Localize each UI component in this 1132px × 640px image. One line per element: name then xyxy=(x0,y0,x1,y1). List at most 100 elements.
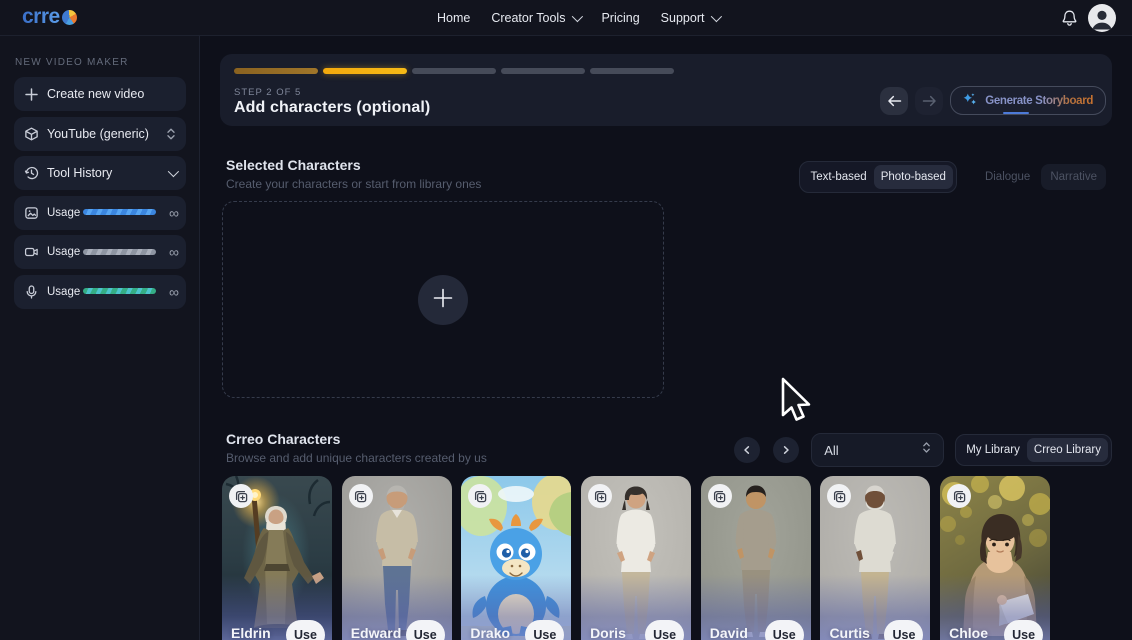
usage-label: Usage xyxy=(47,207,80,219)
duplicate-icon[interactable] xyxy=(349,484,373,508)
top-navigation: Home Creator Tools Pricing Support xyxy=(437,0,719,36)
preset-select-value: YouTube (generic) xyxy=(47,127,149,141)
duplicate-icon[interactable] xyxy=(229,484,253,508)
nav-item-creator-tools[interactable]: Creator Tools xyxy=(491,11,580,25)
bell-icon[interactable] xyxy=(1061,9,1077,27)
character-name: Curtis xyxy=(829,625,869,640)
usage-progress-bar xyxy=(83,288,156,294)
use-character-button[interactable]: Use xyxy=(406,620,445,640)
use-character-button[interactable]: Use xyxy=(1004,620,1043,640)
sidebar: NEW VIDEO MAKER Create new video YouTube… xyxy=(0,36,200,640)
selected-characters-dropzone xyxy=(222,201,664,398)
character-name: Drako xyxy=(470,625,510,640)
ghost-option-narrative[interactable]: Narrative xyxy=(1041,164,1106,190)
library-option-my-library[interactable]: My Library xyxy=(959,438,1027,462)
main-content: STEP 2 OF 5 Add characters (optional) Ge… xyxy=(200,36,1132,640)
selected-characters-subtitle: Create your characters or start from lib… xyxy=(226,177,481,191)
character-card-eldrin[interactable]: EldrinUse xyxy=(222,476,332,640)
character-card-david[interactable]: David Use xyxy=(701,476,811,640)
preset-select[interactable]: YouTube (generic) xyxy=(14,117,186,151)
usage-row-image: Usage ∞ xyxy=(14,196,186,230)
duplicate-icon[interactable] xyxy=(947,484,971,508)
nav-item-label: Home xyxy=(437,11,470,25)
avatar[interactable] xyxy=(1088,4,1116,32)
usage-label: Usage xyxy=(47,286,80,298)
next-step-button[interactable] xyxy=(915,87,943,115)
generate-storyboard-label: Generate Storyboard xyxy=(985,95,1093,107)
character-card-edward[interactable]: Edward Use xyxy=(342,476,452,640)
character-card-chloe[interactable]: Chloe Use xyxy=(940,476,1050,640)
character-name: Edward xyxy=(351,625,402,640)
progress-segment-5 xyxy=(590,68,674,74)
add-character-button[interactable] xyxy=(418,275,468,325)
nav-item-home[interactable]: Home xyxy=(437,11,470,25)
step-header-card: STEP 2 OF 5 Add characters (optional) Ge… xyxy=(220,54,1112,126)
use-character-button[interactable]: Use xyxy=(525,620,564,640)
updown-chevron-icon xyxy=(166,127,176,141)
category-filter-select[interactable]: All xyxy=(811,433,944,467)
nav-item-label: Creator Tools xyxy=(491,11,565,25)
chevron-down-icon xyxy=(168,169,176,177)
mode-option-photo-based[interactable]: Photo-based xyxy=(874,165,953,189)
infinity-icon: ∞ xyxy=(169,245,179,259)
usage-label: Usage xyxy=(47,246,80,258)
updown-chevron-icon xyxy=(922,441,931,459)
usage-row-video: Usage ∞ xyxy=(14,235,186,269)
ghost-option-dialogue[interactable]: Dialogue xyxy=(976,164,1039,190)
crreo-characters-title: Crreo Characters xyxy=(226,431,487,447)
sidebar-section-label: NEW VIDEO MAKER xyxy=(15,57,185,68)
duplicate-icon[interactable] xyxy=(708,484,732,508)
crreo-logo[interactable]: crre xyxy=(22,7,77,28)
topbar-right-actions xyxy=(1061,0,1116,36)
logo-ball-icon xyxy=(62,10,77,25)
library-controls: All My LibraryCrreo Library xyxy=(734,433,1112,467)
character-name: Chloe xyxy=(949,625,988,640)
progress-segment-2 xyxy=(323,68,407,74)
tool-history-button[interactable]: Tool History xyxy=(14,156,186,190)
character-cards-row: EldrinUse Edward Use xyxy=(222,476,1050,640)
generate-storyboard-button[interactable]: Generate Storyboard xyxy=(950,86,1106,115)
crreo-characters-subtitle: Browse and add unique characters created… xyxy=(226,451,487,465)
nav-item-label: Pricing xyxy=(601,11,639,25)
video-icon xyxy=(24,244,39,260)
nav-item-label: Support xyxy=(661,11,705,25)
image-icon xyxy=(24,205,39,221)
use-character-button[interactable]: Use xyxy=(286,620,325,640)
use-character-button[interactable]: Use xyxy=(645,620,684,640)
character-name: David xyxy=(710,625,748,640)
character-card-doris[interactable]: Doris Use xyxy=(581,476,691,640)
category-filter-value: All xyxy=(824,443,838,458)
character-card-curtis[interactable]: Curtis Use xyxy=(820,476,930,640)
topbar: crre Home Creator Tools Pricing Support xyxy=(0,0,1132,36)
carousel-prev-button[interactable] xyxy=(734,437,760,463)
infinity-icon: ∞ xyxy=(169,285,179,299)
usage-section: Usage ∞ Usage ∞ Usage ∞ xyxy=(14,196,185,309)
selected-characters-title: Selected Characters xyxy=(226,157,481,173)
mode-option-text-based[interactable]: Text-based xyxy=(803,165,873,189)
previous-step-button[interactable] xyxy=(880,87,908,115)
infinity-icon: ∞ xyxy=(169,206,179,220)
plus-icon xyxy=(24,86,39,102)
library-option-crreo-library[interactable]: Crreo Library xyxy=(1027,438,1108,462)
logo-text: crre xyxy=(22,6,60,27)
use-character-button[interactable]: Use xyxy=(765,620,804,640)
use-character-button[interactable]: Use xyxy=(884,620,923,640)
chevron-down-icon xyxy=(572,11,583,22)
step-actions: Generate Storyboard xyxy=(880,86,1106,115)
character-name: Doris xyxy=(590,625,626,640)
create-new-video-label: Create new video xyxy=(47,87,144,101)
character-card-drako[interactable]: Drako Use xyxy=(461,476,571,640)
tool-history-label: Tool History xyxy=(47,166,112,180)
mode-toggle: Text-basedPhoto-based xyxy=(799,161,956,193)
duplicate-icon[interactable] xyxy=(588,484,612,508)
usage-progress-bar xyxy=(83,249,156,255)
nav-item-support[interactable]: Support xyxy=(661,11,720,25)
cube-icon xyxy=(24,126,39,142)
selected-characters-heading: Selected Characters Create your characte… xyxy=(226,157,481,191)
create-new-video-button[interactable]: Create new video xyxy=(14,77,186,111)
nav-item-pricing[interactable]: Pricing xyxy=(601,11,639,25)
usage-progress-bar xyxy=(83,209,156,215)
progress-segment-4 xyxy=(501,68,585,74)
carousel-next-button[interactable] xyxy=(773,437,799,463)
usage-row-mic: Usage ∞ xyxy=(14,275,186,309)
